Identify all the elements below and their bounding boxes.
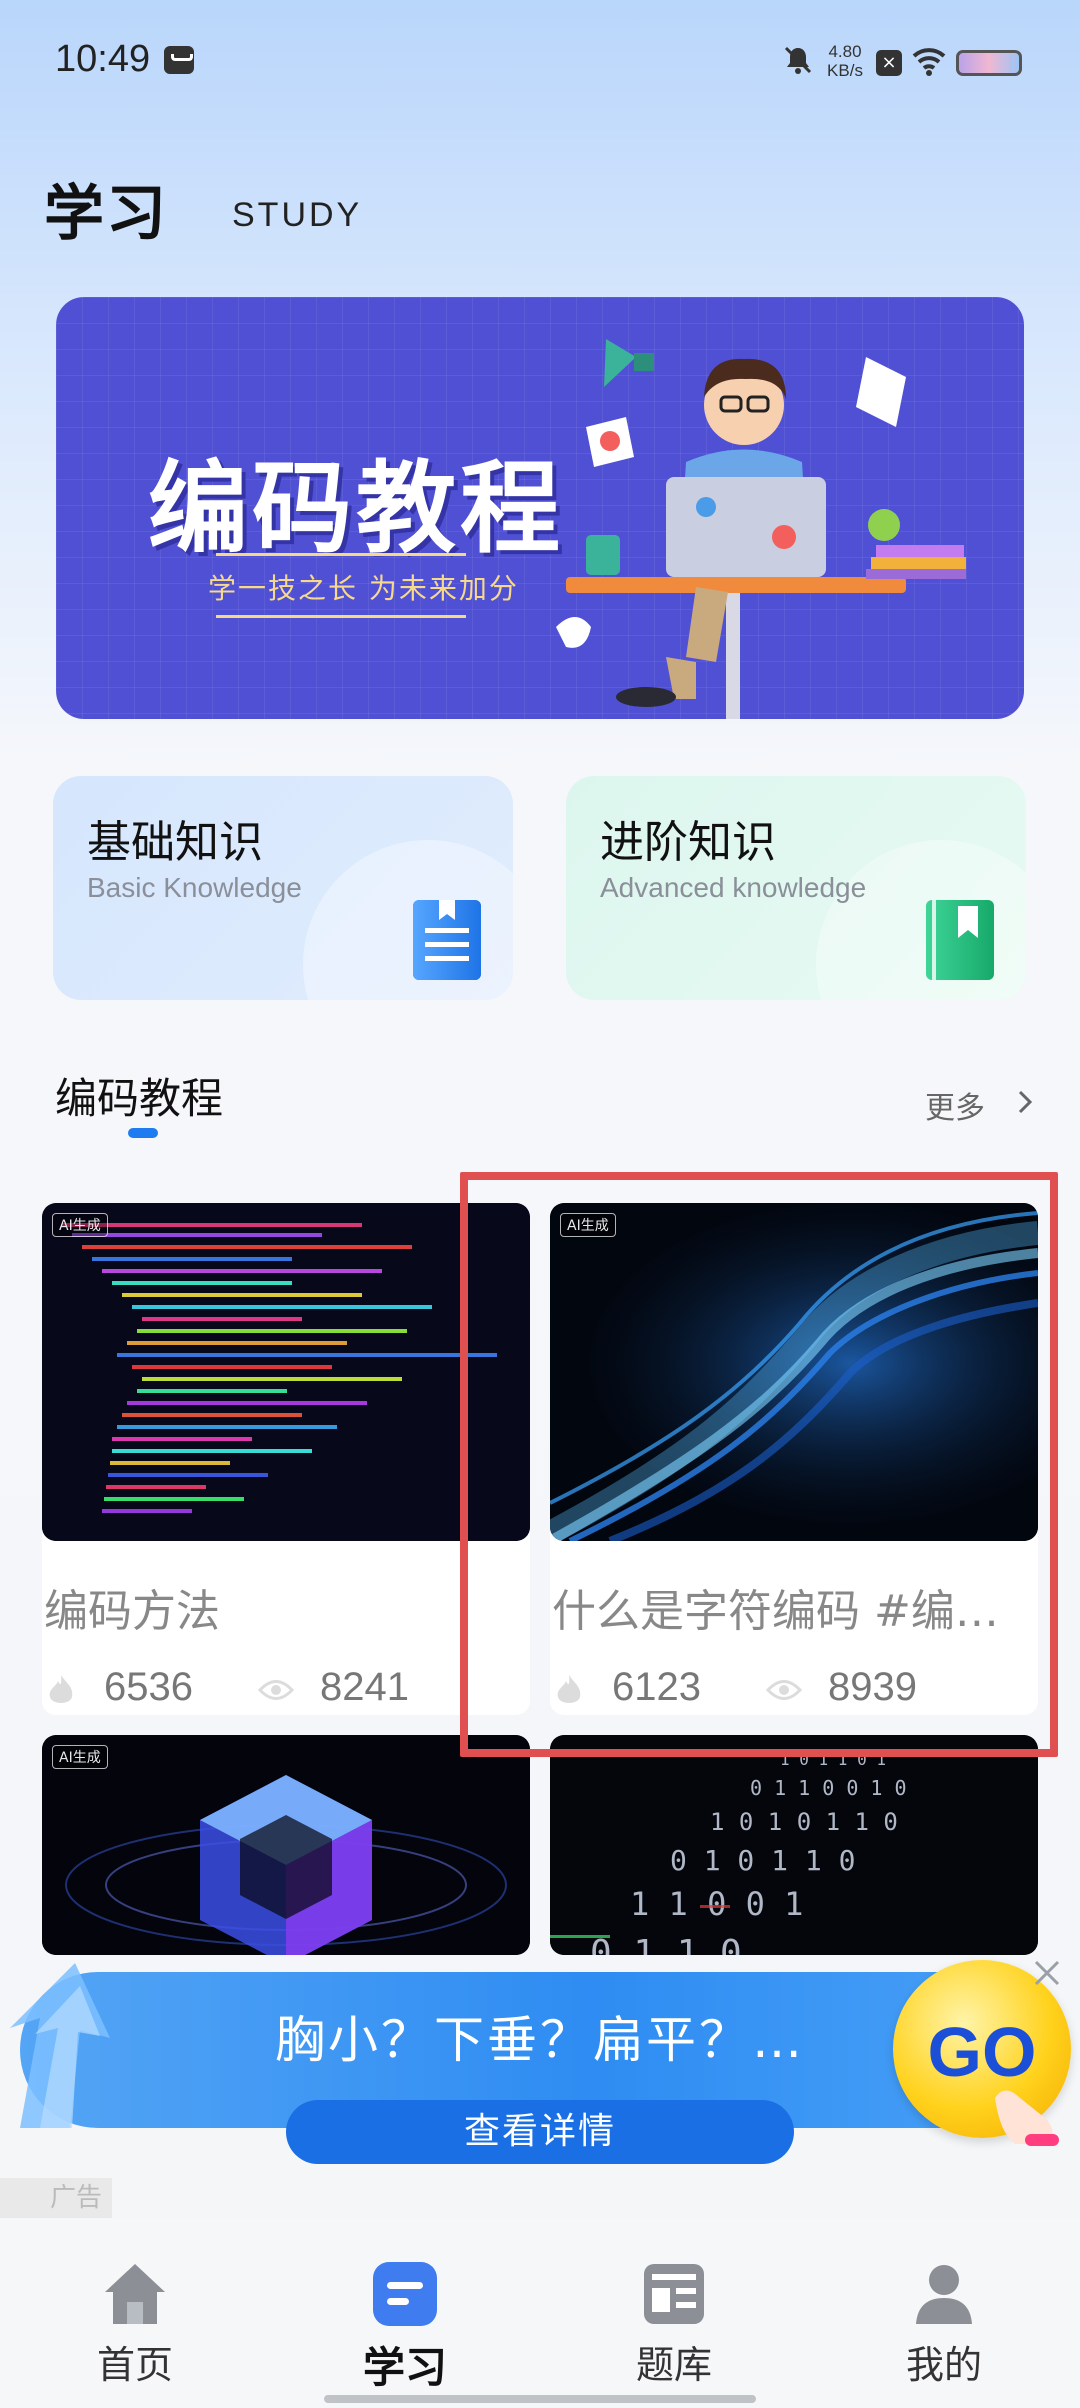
card-subtitle: Advanced knowledge: [600, 872, 867, 903]
card-title: 基础知识: [87, 817, 263, 868]
view-count: 8241: [320, 1665, 409, 1709]
nav-home[interactable]: 首页: [55, 2258, 215, 2389]
video-thumbnail[interactable]: AI生成: [42, 1735, 530, 1955]
fire-icon: [49, 1675, 73, 1703]
wifi-icon: [912, 48, 946, 76]
programmer-illustration: [556, 339, 966, 719]
bottom-nav: 首页 学习 题库 我的: [0, 2218, 1080, 2408]
hot-count: 6536: [104, 1665, 193, 1709]
hand-pointer-icon: [995, 2090, 1059, 2146]
highlight-box: [460, 1172, 1058, 1757]
nav-label: 我的: [905, 2343, 982, 2387]
home-indicator[interactable]: [324, 2395, 756, 2403]
ad-close-icon[interactable]: [1030, 1956, 1064, 1990]
ad-banner[interactable]: 胸小？下垂？扁平？… 查看详情 GO 广告: [0, 1948, 1080, 2218]
video-thumbnail[interactable]: AI生成: [42, 1203, 530, 1541]
ai-generated-tag: AI生成: [52, 1745, 108, 1769]
banner-subtitle: 学一技之长 为未来加分: [208, 572, 519, 605]
study-icon: [373, 2262, 437, 2326]
video-card[interactable]: AI生成: [42, 1735, 530, 1955]
svg-text:0 1 0 1 1 0: 0 1 0 1 1 0: [670, 1844, 855, 1877]
question-bank-icon: [644, 2264, 704, 2324]
page-title: 学习: [44, 179, 168, 249]
binary-digits-image: 1 0 1 1 0 1 0 1 1 0 0 1 0 1 0 1 0 1 1 0 …: [550, 1735, 1038, 1955]
nav-question-bank[interactable]: 题库: [594, 2258, 754, 2389]
nav-label: 题库: [635, 2343, 712, 2387]
profile-icon: [916, 2265, 972, 2324]
banner-divider: [216, 553, 466, 556]
svg-text:1 1 0 0 1: 1 1 0 0 1: [630, 1885, 803, 1923]
nav-label: 学习: [362, 2343, 447, 2392]
book-blue-icon: [413, 900, 481, 980]
basic-knowledge-card[interactable]: 基础知识 Basic Knowledge: [53, 776, 513, 1000]
ad-view-details-button[interactable]: 查看详情: [286, 2100, 794, 2164]
ad-label: 广告: [0, 2178, 112, 2218]
code-lines-image: [42, 1203, 530, 1541]
bell-muted-icon: [784, 46, 812, 74]
banner-divider: [216, 615, 466, 618]
banner-title: 编码教程: [148, 450, 564, 567]
cube-image: [42, 1735, 530, 1955]
book-green-icon: [926, 900, 994, 980]
video-thumbnail[interactable]: 1 0 1 1 0 1 0 1 1 0 0 1 0 1 0 1 0 1 1 0 …: [550, 1735, 1038, 1955]
video-card[interactable]: AI生成 编码方法 6536 8241: [42, 1203, 530, 1715]
card-subtitle: Basic Knowledge: [87, 872, 302, 903]
close-box-icon: ×: [876, 50, 902, 76]
svg-text:0 1 1 0 0 1 0: 0 1 1 0 0 1 0: [750, 1776, 907, 1800]
advanced-knowledge-card[interactable]: 进阶知识 Advanced knowledge: [566, 776, 1026, 1000]
section-title-indicator: [128, 1128, 158, 1138]
nav-label: 首页: [96, 2343, 173, 2387]
eye-icon: [258, 1680, 294, 1700]
section-title: 编码教程: [55, 1074, 224, 1123]
chevron-right-icon[interactable]: [1012, 1089, 1038, 1115]
ai-generated-tag: AI生成: [52, 1213, 108, 1237]
nav-profile[interactable]: 我的: [864, 2258, 1024, 2389]
card-title: 进阶知识: [600, 817, 776, 868]
svg-text:1 0 1 0 1 1 0: 1 0 1 0 1 1 0: [710, 1808, 898, 1836]
home-icon: [105, 2264, 165, 2324]
video-card[interactable]: 1 0 1 1 0 1 0 1 1 0 0 1 0 1 0 1 0 1 1 0 …: [550, 1735, 1038, 1955]
network-speed: 4.80 KB/s: [827, 42, 863, 80]
message-icon: [164, 46, 194, 74]
status-bar: 10:49 4.80 KB/s ×: [0, 0, 1080, 120]
status-time: 10:49: [55, 38, 151, 80]
page-subtitle: STUDY: [232, 196, 363, 234]
more-link[interactable]: 更多: [925, 1083, 985, 1127]
nav-study[interactable]: 学习: [325, 2258, 485, 2395]
battery-icon: [956, 50, 1022, 76]
coding-tutorial-banner[interactable]: 编码教程 学一技之长 为未来加分: [56, 297, 1024, 719]
video-title[interactable]: 编码方法: [44, 1575, 524, 1639]
